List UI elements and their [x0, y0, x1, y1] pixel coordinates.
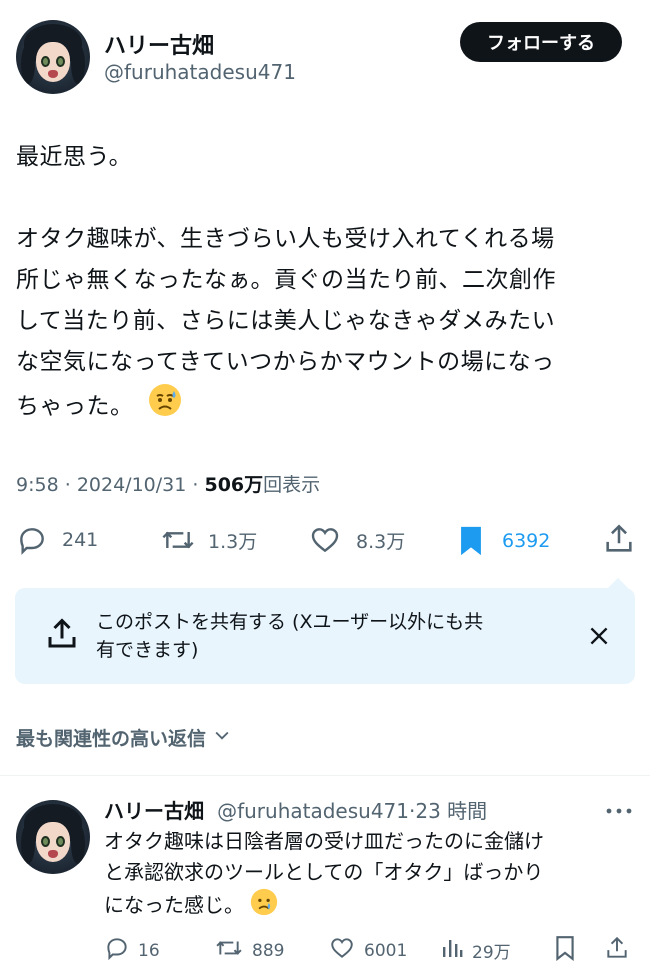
reply-reply-button[interactable]: 16 — [104, 935, 160, 966]
author-handle[interactable]: @furuhatadesu471 — [104, 60, 296, 84]
follow-button[interactable]: フォローする — [460, 22, 622, 62]
reply-button[interactable]: 241 — [16, 524, 98, 556]
close-icon[interactable] — [586, 623, 612, 653]
reply-count: 241 — [62, 529, 99, 551]
bookmark-filled-icon — [456, 524, 486, 558]
reply-author-handle[interactable]: @furuhatadesu471 — [217, 799, 409, 823]
share-icon — [604, 935, 630, 966]
reply-time[interactable]: 23 時間 — [415, 799, 487, 823]
reply-like-count: 6001 — [364, 940, 408, 961]
crying-face-icon — [250, 888, 278, 925]
repost-button[interactable]: 1.3万 — [160, 524, 257, 556]
post-time[interactable]: 9:58 — [16, 474, 59, 496]
reply-views-button[interactable]: 29万 — [440, 935, 511, 966]
like-button[interactable]: 8.3万 — [308, 524, 405, 556]
share-upload-icon — [44, 616, 80, 656]
post-meta: 9:58 · 2024/10/31 · 506万回表示 — [16, 470, 320, 497]
divider — [0, 775, 650, 776]
reply-like-button[interactable]: 6001 — [328, 935, 407, 966]
reply-share-button[interactable] — [604, 935, 630, 966]
heart-icon — [308, 524, 342, 556]
reply-header: ハリー古畑 @furuhatadesu471·23 時間 — [104, 795, 487, 824]
reply-icon — [16, 524, 48, 556]
reply-repost-count: 889 — [252, 940, 285, 961]
post-text: 最近思う。 オタク趣味が、生きづらい人も受け入れてくれる場 所じゃ無くなったなぁ… — [16, 137, 636, 431]
repost-icon — [214, 935, 244, 966]
chevron-down-icon — [212, 725, 232, 750]
reply-text: オタク趣味は日陰者層の受け皿だったのに金儲け と承認欲求のツールとしての「オタク… — [104, 826, 624, 925]
views-label: 回表示 — [263, 474, 321, 496]
reply-sort-dropdown[interactable]: 最も関連性の高い返信 — [16, 724, 232, 751]
share-button[interactable] — [602, 522, 636, 556]
sad-but-relieved-face-icon — [148, 383, 182, 431]
post-action-bar: 241 1.3万 8.3万 6392 — [0, 520, 650, 562]
reply-bookmark-button[interactable] — [554, 935, 576, 966]
reply-reply-count: 16 — [138, 940, 160, 961]
post-text-content: 最近思う。 オタク趣味が、生きづらい人も受け入れてくれる場 所じゃ無くなったなぁ… — [16, 144, 557, 420]
reply-repost-button[interactable]: 889 — [214, 935, 284, 966]
sort-label: 最も関連性の高い返信 — [16, 728, 207, 750]
like-count: 8.3万 — [356, 530, 406, 553]
bookmark-icon — [554, 935, 576, 966]
meta-separator: · — [64, 474, 71, 496]
post-date[interactable]: 2024/10/31 — [77, 474, 187, 496]
reply-text-content: オタク趣味は日陰者層の受け皿だったのに金儲け と承認欲求のツールとしての「オタク… — [104, 829, 544, 917]
author-name[interactable]: ハリー古畑 — [104, 28, 214, 60]
repost-icon — [160, 524, 196, 556]
heart-icon — [328, 935, 356, 966]
reply-views-count: 29万 — [472, 943, 511, 963]
bookmark-button[interactable]: 6392 — [456, 524, 550, 558]
reply-icon — [104, 935, 130, 966]
share-icon — [602, 522, 636, 556]
repost-count: 1.3万 — [208, 530, 258, 553]
reply-avatar[interactable] — [16, 800, 90, 874]
more-options-icon[interactable] — [605, 802, 633, 821]
share-prompt[interactable]: このポストを共有する (Xユーザー以外にも共 有できます) — [96, 608, 566, 664]
meta-separator: · — [192, 474, 199, 496]
analytics-icon — [440, 935, 464, 966]
views-count: 506万 — [204, 474, 264, 496]
reply-author-name[interactable]: ハリー古畑 — [104, 799, 204, 823]
bookmark-count: 6392 — [502, 530, 551, 552]
author-avatar[interactable] — [16, 20, 90, 94]
